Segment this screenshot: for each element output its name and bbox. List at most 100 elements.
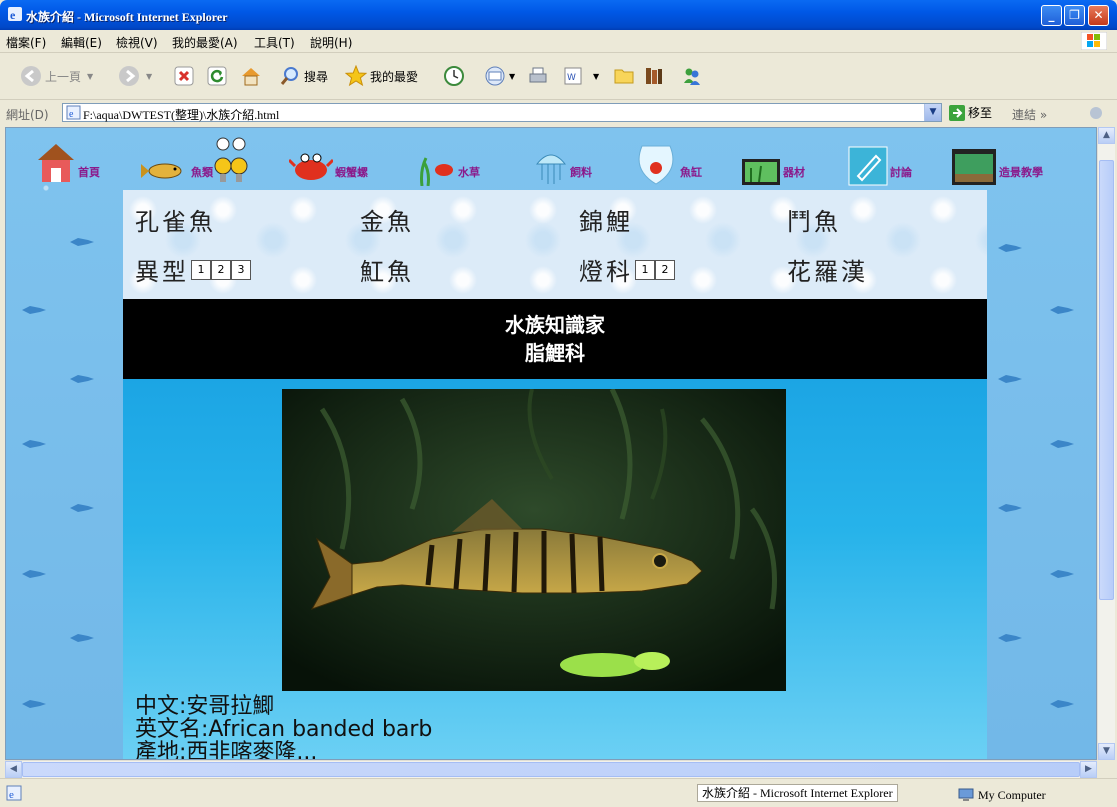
- fish-decoration-icon: [1050, 306, 1074, 314]
- refresh-button[interactable]: [207, 60, 227, 92]
- link-tetra[interactable]: 燈科: [579, 252, 633, 287]
- pleco-page-3-button[interactable]: 3: [231, 259, 251, 280]
- link-pleco[interactable]: 異型: [135, 252, 189, 287]
- svg-text:W: W: [567, 73, 576, 83]
- house-icon: [38, 144, 74, 182]
- mail-icon: [485, 66, 505, 86]
- english-name: 英文名:African banded barb: [135, 717, 433, 742]
- pleco-page-2-button[interactable]: 2: [211, 259, 231, 280]
- nav-discussion[interactable]: 討論: [848, 134, 912, 186]
- edit-button[interactable]: W ▼: [563, 60, 599, 92]
- forward-button[interactable]: ▼: [118, 60, 152, 92]
- fish-category-nav: 孔雀魚 金魚 錦鯉 鬥魚 異型 1 2 3 魟魚 燈科 1 2 花羅漢: [123, 190, 987, 299]
- extension-icon[interactable]: [1088, 105, 1104, 121]
- nav-tank-label: 魚缸: [680, 166, 702, 179]
- fish-info: 中文:安哥拉鯽 英文名:African banded barb 產地:西非喀麥隆…: [135, 694, 433, 760]
- fish-decoration-icon: [22, 306, 46, 314]
- crab-icon: [289, 153, 333, 180]
- site-nav: 首頁 魚類 蝦蟹螺 水草 飼料 魚缸 器材 討論 造景教學: [6, 128, 1096, 190]
- fish-decoration-icon: [22, 700, 46, 708]
- mail-button[interactable]: ▼: [484, 60, 515, 92]
- folder-icon: [614, 69, 634, 84]
- origin-text: 產地:西非喀麥隆...: [135, 740, 318, 760]
- vertical-scrollbar[interactable]: ▲ ▼: [1097, 127, 1115, 760]
- ie-icon: e: [8, 7, 22, 21]
- messenger-button[interactable]: [681, 60, 703, 92]
- svg-text:e: e: [9, 789, 14, 801]
- folder-button[interactable]: [613, 60, 635, 92]
- address-dropdown[interactable]: ▼: [924, 104, 941, 121]
- links-label[interactable]: 連結 »: [1012, 106, 1047, 123]
- vertical-scroll-thumb[interactable]: [1099, 160, 1114, 600]
- minimize-button[interactable]: _: [1041, 5, 1062, 26]
- go-arrow-icon: [949, 104, 965, 121]
- favorites-label: 我的最愛: [370, 69, 419, 84]
- nav-fish[interactable]: 魚類: [141, 134, 249, 186]
- fish-decoration-icon: [22, 440, 46, 448]
- svg-text:e: e: [10, 8, 16, 21]
- link-goldfish[interactable]: 金魚: [360, 202, 414, 237]
- pencil-icon: [848, 146, 888, 186]
- search-icon: [280, 67, 298, 85]
- menu-tools[interactable]: 工具(T): [254, 34, 295, 51]
- print-button[interactable]: [527, 60, 549, 92]
- jellyfish-icon: [535, 154, 567, 184]
- aquarium-icon: [742, 159, 780, 185]
- scroll-down-button[interactable]: ▼: [1098, 743, 1115, 760]
- nav-equipment[interactable]: 器材: [741, 134, 805, 186]
- menu-edit[interactable]: 編輯(E): [61, 34, 102, 51]
- home-button[interactable]: [240, 60, 262, 92]
- menu-view[interactable]: 檢視(V): [116, 34, 158, 51]
- stop-button[interactable]: [174, 60, 194, 92]
- scroll-up-button[interactable]: ▲: [1098, 127, 1115, 144]
- tetra-page-1-button[interactable]: 1: [635, 259, 655, 280]
- link-guppy[interactable]: 孔雀魚: [135, 202, 216, 237]
- nav-home-label: 首頁: [78, 166, 100, 179]
- nav-plants-label: 水草: [458, 166, 480, 179]
- link-flowerhorn[interactable]: 花羅漢: [787, 252, 868, 287]
- nav-shrimp-crab[interactable]: 蝦蟹螺: [289, 134, 368, 186]
- nav-feed[interactable]: 飼料: [534, 134, 592, 186]
- link-betta[interactable]: 鬥魚: [787, 202, 841, 237]
- status-bar: e 水族介紹 - Microsoft Internet Explorer My …: [0, 778, 1117, 807]
- scroll-left-button[interactable]: ◀: [5, 761, 22, 778]
- menu-help[interactable]: 說明(H): [310, 34, 352, 51]
- security-zone: My Computer: [958, 787, 1046, 803]
- back-button[interactable]: 上一頁 ▼: [20, 60, 93, 92]
- chinese-name: 中文:安哥拉鯽: [135, 694, 275, 719]
- maximize-button[interactable]: ❐: [1064, 5, 1085, 26]
- messenger-icon: [684, 68, 700, 85]
- nav-aquascape[interactable]: 造景教學: [951, 134, 1043, 186]
- link-stingray[interactable]: 魟魚: [360, 252, 414, 287]
- go-button[interactable]: 移至: [949, 104, 992, 121]
- page-viewport[interactable]: 首頁 魚類 蝦蟹螺 水草 飼料 魚缸 器材 討論 造景教學 孔雀魚 金魚 錦鯉 …: [5, 127, 1097, 760]
- page-done-icon: e: [6, 785, 22, 801]
- address-bar: 網址(D) e F:\aqua\DWTEST(整理)\水族介紹.html ▼ 移…: [0, 100, 1117, 126]
- search-button[interactable]: 搜尋: [279, 60, 328, 92]
- favorites-button[interactable]: 我的最愛: [345, 60, 418, 92]
- nav-home[interactable]: 首頁: [36, 134, 100, 186]
- pleco-page-1-button[interactable]: 1: [191, 259, 211, 280]
- menu-favorites[interactable]: 我的最愛(A): [172, 34, 238, 51]
- history-button[interactable]: [443, 60, 465, 92]
- address-field[interactable]: e F:\aqua\DWTEST(整理)\水族介紹.html ▼: [62, 103, 942, 122]
- nav-equipment-label: 器材: [783, 166, 805, 179]
- fish-decoration-icon: [70, 375, 94, 383]
- close-button[interactable]: ✕: [1088, 5, 1109, 26]
- menu-file[interactable]: 檔案(F): [6, 34, 46, 51]
- link-koi[interactable]: 錦鯉: [579, 202, 633, 237]
- address-url: F:\aqua\DWTEST(整理)\水族介紹.html: [83, 108, 280, 122]
- horizontal-scrollbar[interactable]: ◀ ▶: [5, 760, 1097, 778]
- nav-plants[interactable]: 水草: [416, 134, 480, 186]
- horizontal-scroll-thumb[interactable]: [22, 762, 1080, 777]
- page-heading: 水族知識家 脂鯉科: [123, 299, 987, 379]
- address-label: 網址(D): [6, 108, 49, 122]
- back-label: 上一頁: [45, 69, 82, 84]
- research-button[interactable]: [643, 60, 665, 92]
- tetra-page-2-button[interactable]: 2: [655, 259, 675, 280]
- scroll-right-button[interactable]: ▶: [1080, 761, 1097, 778]
- plant-icon: [420, 157, 453, 186]
- nav-aquascape-label: 造景教學: [999, 166, 1043, 179]
- nav-tank[interactable]: 魚缸: [634, 134, 702, 186]
- window-title-bar[interactable]: e 水族介紹 - Microsoft Internet Explorer _ ❐…: [0, 0, 1117, 30]
